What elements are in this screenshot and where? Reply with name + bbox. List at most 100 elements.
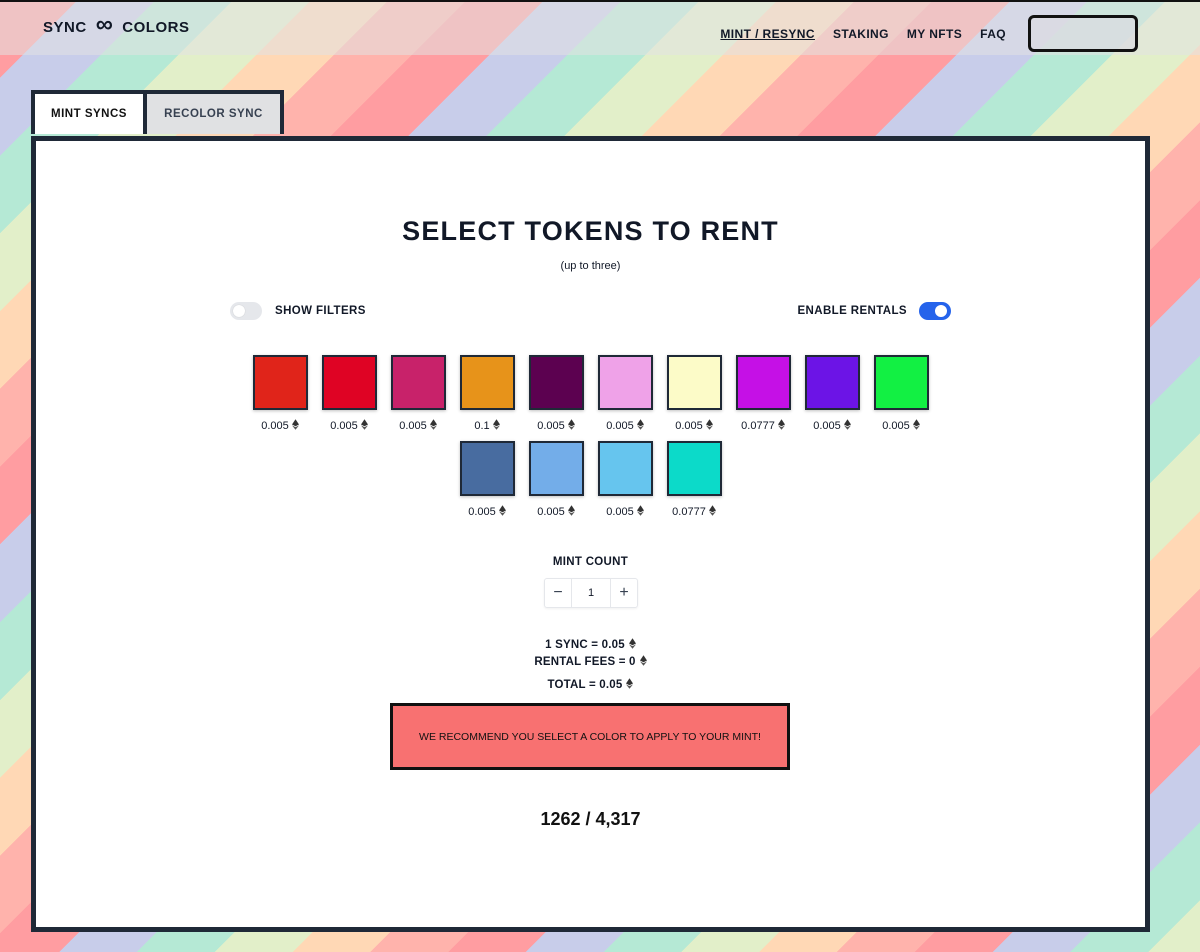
token-price: 0.005 [675, 419, 713, 433]
color-token[interactable]: 0.005 [591, 441, 660, 519]
eth-icon [636, 419, 644, 433]
eth-icon [777, 419, 785, 433]
color-token[interactable]: 0.005 [867, 355, 936, 433]
logo-text-right: COLORS [122, 19, 190, 36]
rental-fees-line: RENTAL FEES = 0 [36, 655, 1145, 669]
color-swatch[interactable] [459, 441, 515, 496]
color-swatch[interactable] [873, 355, 929, 410]
token-price-value: 0.0777 [672, 506, 706, 518]
color-swatch[interactable] [321, 355, 377, 410]
token-row: 0.005 0.005 0.005 0.1 0.005 0.005 0.005 0.0777 0… [36, 355, 1145, 433]
nav-mint-resync[interactable]: MINT / RESYNC [720, 27, 815, 41]
infinity-icon: ∞ [95, 10, 114, 38]
tab-recolor-sync[interactable]: RECOLOR SYNC [147, 90, 284, 134]
total-line: TOTAL = 0.05 [36, 678, 1145, 692]
decrement-button[interactable]: − [545, 579, 571, 607]
minted-counter: 1262 / 4,317 [540, 809, 641, 829]
logo-text-left: SYNC [43, 19, 87, 36]
nav-staking[interactable]: STAKING [833, 27, 889, 41]
mint-count-stepper: − 1 + [544, 578, 638, 608]
token-price: 0.005 [399, 419, 437, 433]
color-swatch[interactable] [528, 355, 584, 410]
enable-rentals-toggle[interactable] [919, 302, 951, 320]
nav-my-nfts[interactable]: MY NFTS [907, 27, 962, 41]
eth-icon [291, 419, 299, 433]
color-swatch[interactable] [390, 355, 446, 410]
color-token[interactable]: 0.005 [798, 355, 867, 433]
tab-bar: MINT SYNCS RECOLOR SYNC [31, 90, 284, 134]
color-swatch[interactable] [597, 441, 653, 496]
token-price: 0.0777 [741, 419, 785, 433]
color-swatch[interactable] [666, 441, 722, 496]
color-swatch[interactable] [597, 355, 653, 410]
color-token[interactable]: 0.005 [315, 355, 384, 433]
enable-rentals-control: ENABLE RENTALS [797, 302, 951, 320]
token-price-value: 0.1 [474, 420, 490, 432]
eth-icon [636, 505, 644, 519]
token-price: 0.1 [474, 419, 500, 433]
nav-faq[interactable]: FAQ [980, 27, 1006, 41]
show-filters-control: SHOW FILTERS [230, 302, 366, 320]
eth-icon [492, 419, 500, 433]
color-swatch[interactable] [804, 355, 860, 410]
color-token[interactable]: 0.0777 [729, 355, 798, 433]
enable-rentals-label: ENABLE RENTALS [797, 305, 907, 317]
token-price: 0.0777 [672, 505, 716, 519]
wallet-button[interactable] [1028, 15, 1138, 52]
color-swatch[interactable] [735, 355, 791, 410]
token-price: 0.005 [606, 419, 644, 433]
main-nav: MINT / RESYNC STAKING MY NFTS FAQ [720, 15, 1138, 52]
color-token[interactable]: 0.1 [453, 355, 522, 433]
token-price-value: 0.005 [606, 420, 634, 432]
color-token[interactable]: 0.0777 [660, 441, 729, 519]
eth-icon [429, 419, 437, 433]
token-price-value: 0.005 [813, 420, 841, 432]
page-title: SELECT TOKENS TO RENT [402, 216, 779, 246]
eth-icon [567, 505, 575, 519]
token-price-value: 0.005 [399, 420, 427, 432]
token-price-value: 0.005 [330, 420, 358, 432]
color-token[interactable]: 0.005 [384, 355, 453, 433]
logo[interactable]: SYNC ∞ COLORS [43, 10, 190, 38]
color-token[interactable]: 0.005 [660, 355, 729, 433]
token-price-value: 0.005 [882, 420, 910, 432]
token-price: 0.005 [468, 505, 506, 519]
eth-icon [567, 419, 575, 433]
toggle-knob [233, 305, 245, 317]
token-price: 0.005 [537, 505, 575, 519]
color-swatch[interactable] [528, 441, 584, 496]
color-token[interactable]: 0.005 [591, 355, 660, 433]
color-token[interactable]: 0.005 [246, 355, 315, 433]
color-swatch[interactable] [459, 355, 515, 410]
sync-price-text: 1 SYNC = 0.05 [545, 639, 625, 651]
token-price-value: 0.005 [606, 506, 634, 518]
toggle-knob [935, 305, 947, 317]
eth-icon [705, 419, 713, 433]
token-row: 0.005 0.005 0.005 0.0777 [36, 441, 1145, 519]
mint-count-label: MINT COUNT [552, 556, 629, 568]
mint-count-input[interactable]: 1 [571, 579, 611, 607]
token-price: 0.005 [261, 419, 299, 433]
show-filters-toggle[interactable] [230, 302, 262, 320]
token-price-value: 0.0777 [741, 420, 775, 432]
eth-icon [912, 419, 920, 433]
total-text: TOTAL = 0.05 [547, 679, 623, 691]
show-filters-label: SHOW FILTERS [275, 305, 366, 317]
mint-panel: SELECT TOKENS TO RENT (up to three) SHOW… [31, 136, 1150, 932]
token-price-value: 0.005 [537, 420, 565, 432]
eth-icon [708, 505, 716, 519]
increment-button[interactable]: + [611, 579, 637, 607]
color-token[interactable]: 0.005 [522, 355, 591, 433]
token-price-value: 0.005 [468, 506, 496, 518]
color-swatch[interactable] [252, 355, 308, 410]
eth-icon [628, 638, 636, 652]
color-token[interactable]: 0.005 [522, 441, 591, 519]
tab-mint-syncs[interactable]: MINT SYNCS [31, 90, 147, 134]
color-token[interactable]: 0.005 [453, 441, 522, 519]
eth-icon [498, 505, 506, 519]
color-swatch[interactable] [666, 355, 722, 410]
rental-fees-text: RENTAL FEES = 0 [534, 656, 636, 668]
token-price: 0.005 [813, 419, 851, 433]
eth-icon [843, 419, 851, 433]
token-price-value: 0.005 [675, 420, 703, 432]
